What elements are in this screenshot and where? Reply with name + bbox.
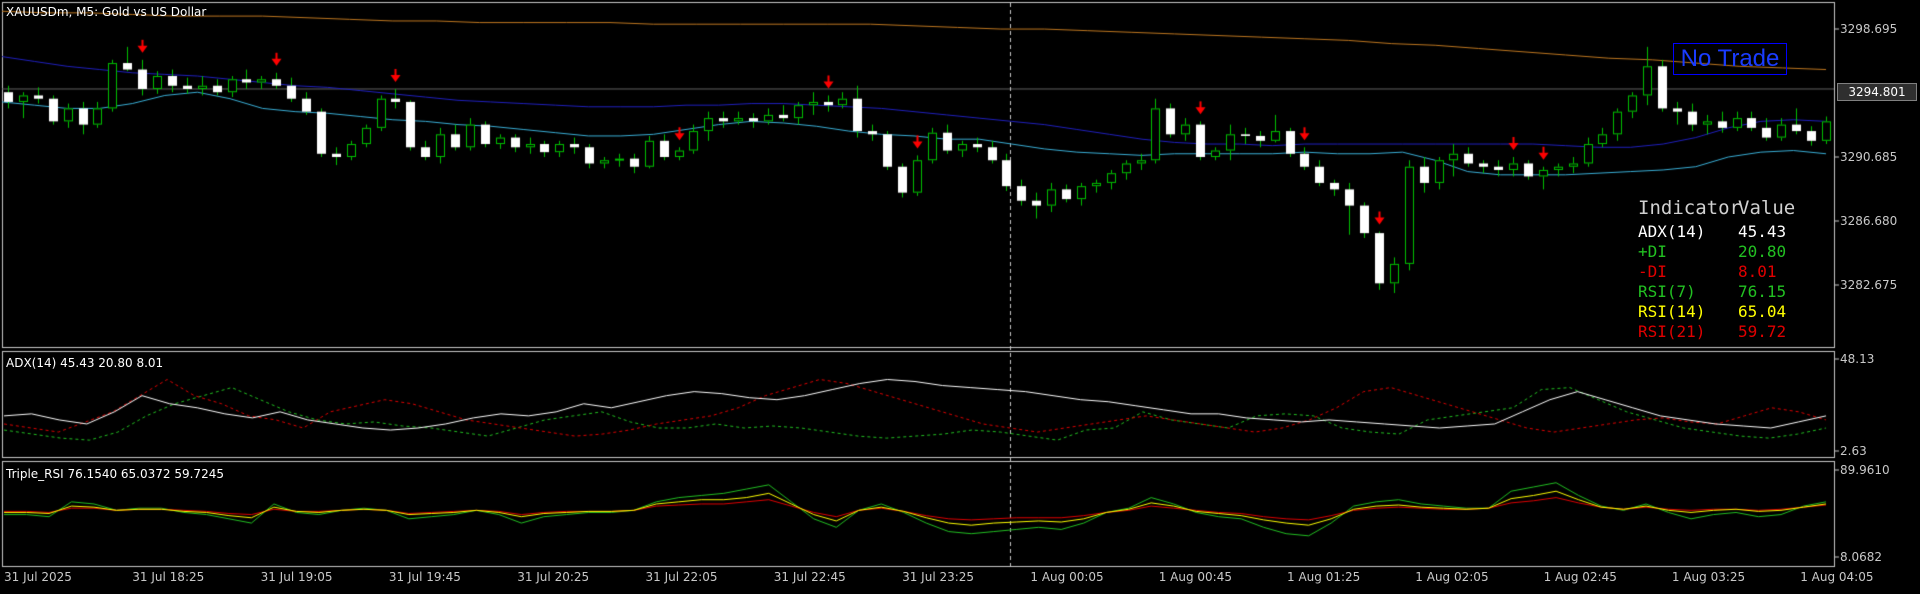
time-axis-label: 31 Jul 20:25 <box>517 570 590 584</box>
rsi-level: 8.0682 <box>1840 550 1882 564</box>
indicator-row: +DI 20.80 <box>1638 242 1795 262</box>
indicator-value: 76.15 <box>1738 282 1787 301</box>
time-axis-label: 1 Aug 02:05 <box>1415 570 1489 584</box>
time-axis-label: 1 Aug 01:25 <box>1287 570 1361 584</box>
indicator-value: 65.04 <box>1738 302 1787 321</box>
time-axis-label: 31 Jul 22:45 <box>773 570 846 584</box>
time-axis-label: 31 Jul 23:25 <box>902 570 975 584</box>
rsi-panel-title: Triple_RSI 76.1540 65.0372 59.7245 <box>6 467 224 481</box>
time-axis-label: 1 Aug 00:05 <box>1030 570 1104 584</box>
indicator-name: RSI(14) <box>1638 302 1706 321</box>
chart-canvas[interactable] <box>0 0 1920 594</box>
header-value: Value <box>1738 197 1796 219</box>
adx-panel-title: ADX(14) 45.43 20.80 8.01 <box>6 356 164 370</box>
indicator-name: RSI(21) <box>1638 322 1706 341</box>
indicator-name: ADX(14) <box>1638 222 1706 241</box>
indicator-row: RSI(14) 65.04 <box>1638 302 1795 322</box>
price-level: 3298.695 <box>1840 22 1898 36</box>
adx-level: 2.63 <box>1840 444 1867 458</box>
time-axis-label: 31 Jul 2025 <box>4 570 72 584</box>
time-axis-label: 1 Aug 02:45 <box>1543 570 1617 584</box>
indicator-name: -DI <box>1638 262 1667 281</box>
indicator-row: RSI(7) 76.15 <box>1638 282 1795 302</box>
time-axis-label: 1 Aug 03:25 <box>1671 570 1746 584</box>
time-axis-label: 31 Jul 18:25 <box>132 570 205 584</box>
adx-level: 48.13 <box>1840 352 1875 366</box>
time-axis-label: 31 Jul 22:05 <box>645 570 718 584</box>
signal-label: No Trade <box>1673 43 1787 75</box>
current-price-badge: 3294.801 <box>1837 83 1917 101</box>
indicator-row: -DI 8.01 <box>1638 262 1795 282</box>
indicator-row: RSI(21) 59.72 <box>1638 322 1795 342</box>
price-level: 3286.680 <box>1840 214 1898 228</box>
time-axis-label: 1 Aug 00:45 <box>1158 570 1232 584</box>
indicator-name: RSI(7) <box>1638 282 1696 301</box>
time-axis-label: 31 Jul 19:05 <box>260 570 333 584</box>
indicator-table: Indicator Value ADX(14) 45.43 +DI 20.80 -DI 8… <box>1638 198 1795 342</box>
indicator-table-header: Indicator Value <box>1638 198 1795 222</box>
indicator-value: 20.80 <box>1738 242 1787 261</box>
header-indicator: Indicator <box>1638 197 1741 219</box>
indicator-name: +DI <box>1638 242 1667 261</box>
indicator-row: ADX(14) 45.43 <box>1638 222 1795 242</box>
indicator-value: 8.01 <box>1738 262 1777 281</box>
indicator-value: 59.72 <box>1738 322 1787 341</box>
price-level: 3282.675 <box>1840 278 1898 292</box>
price-level: 3290.685 <box>1840 150 1898 164</box>
main-chart-title: XAUUSDm, M5: Gold vs US Dollar <box>6 5 207 19</box>
indicator-value: 45.43 <box>1738 222 1787 241</box>
time-axis-label: 31 Jul 19:45 <box>388 570 461 584</box>
time-axis-label: 1 Aug 04:05 <box>1800 570 1874 584</box>
rsi-level: 89.9610 <box>1840 463 1890 477</box>
